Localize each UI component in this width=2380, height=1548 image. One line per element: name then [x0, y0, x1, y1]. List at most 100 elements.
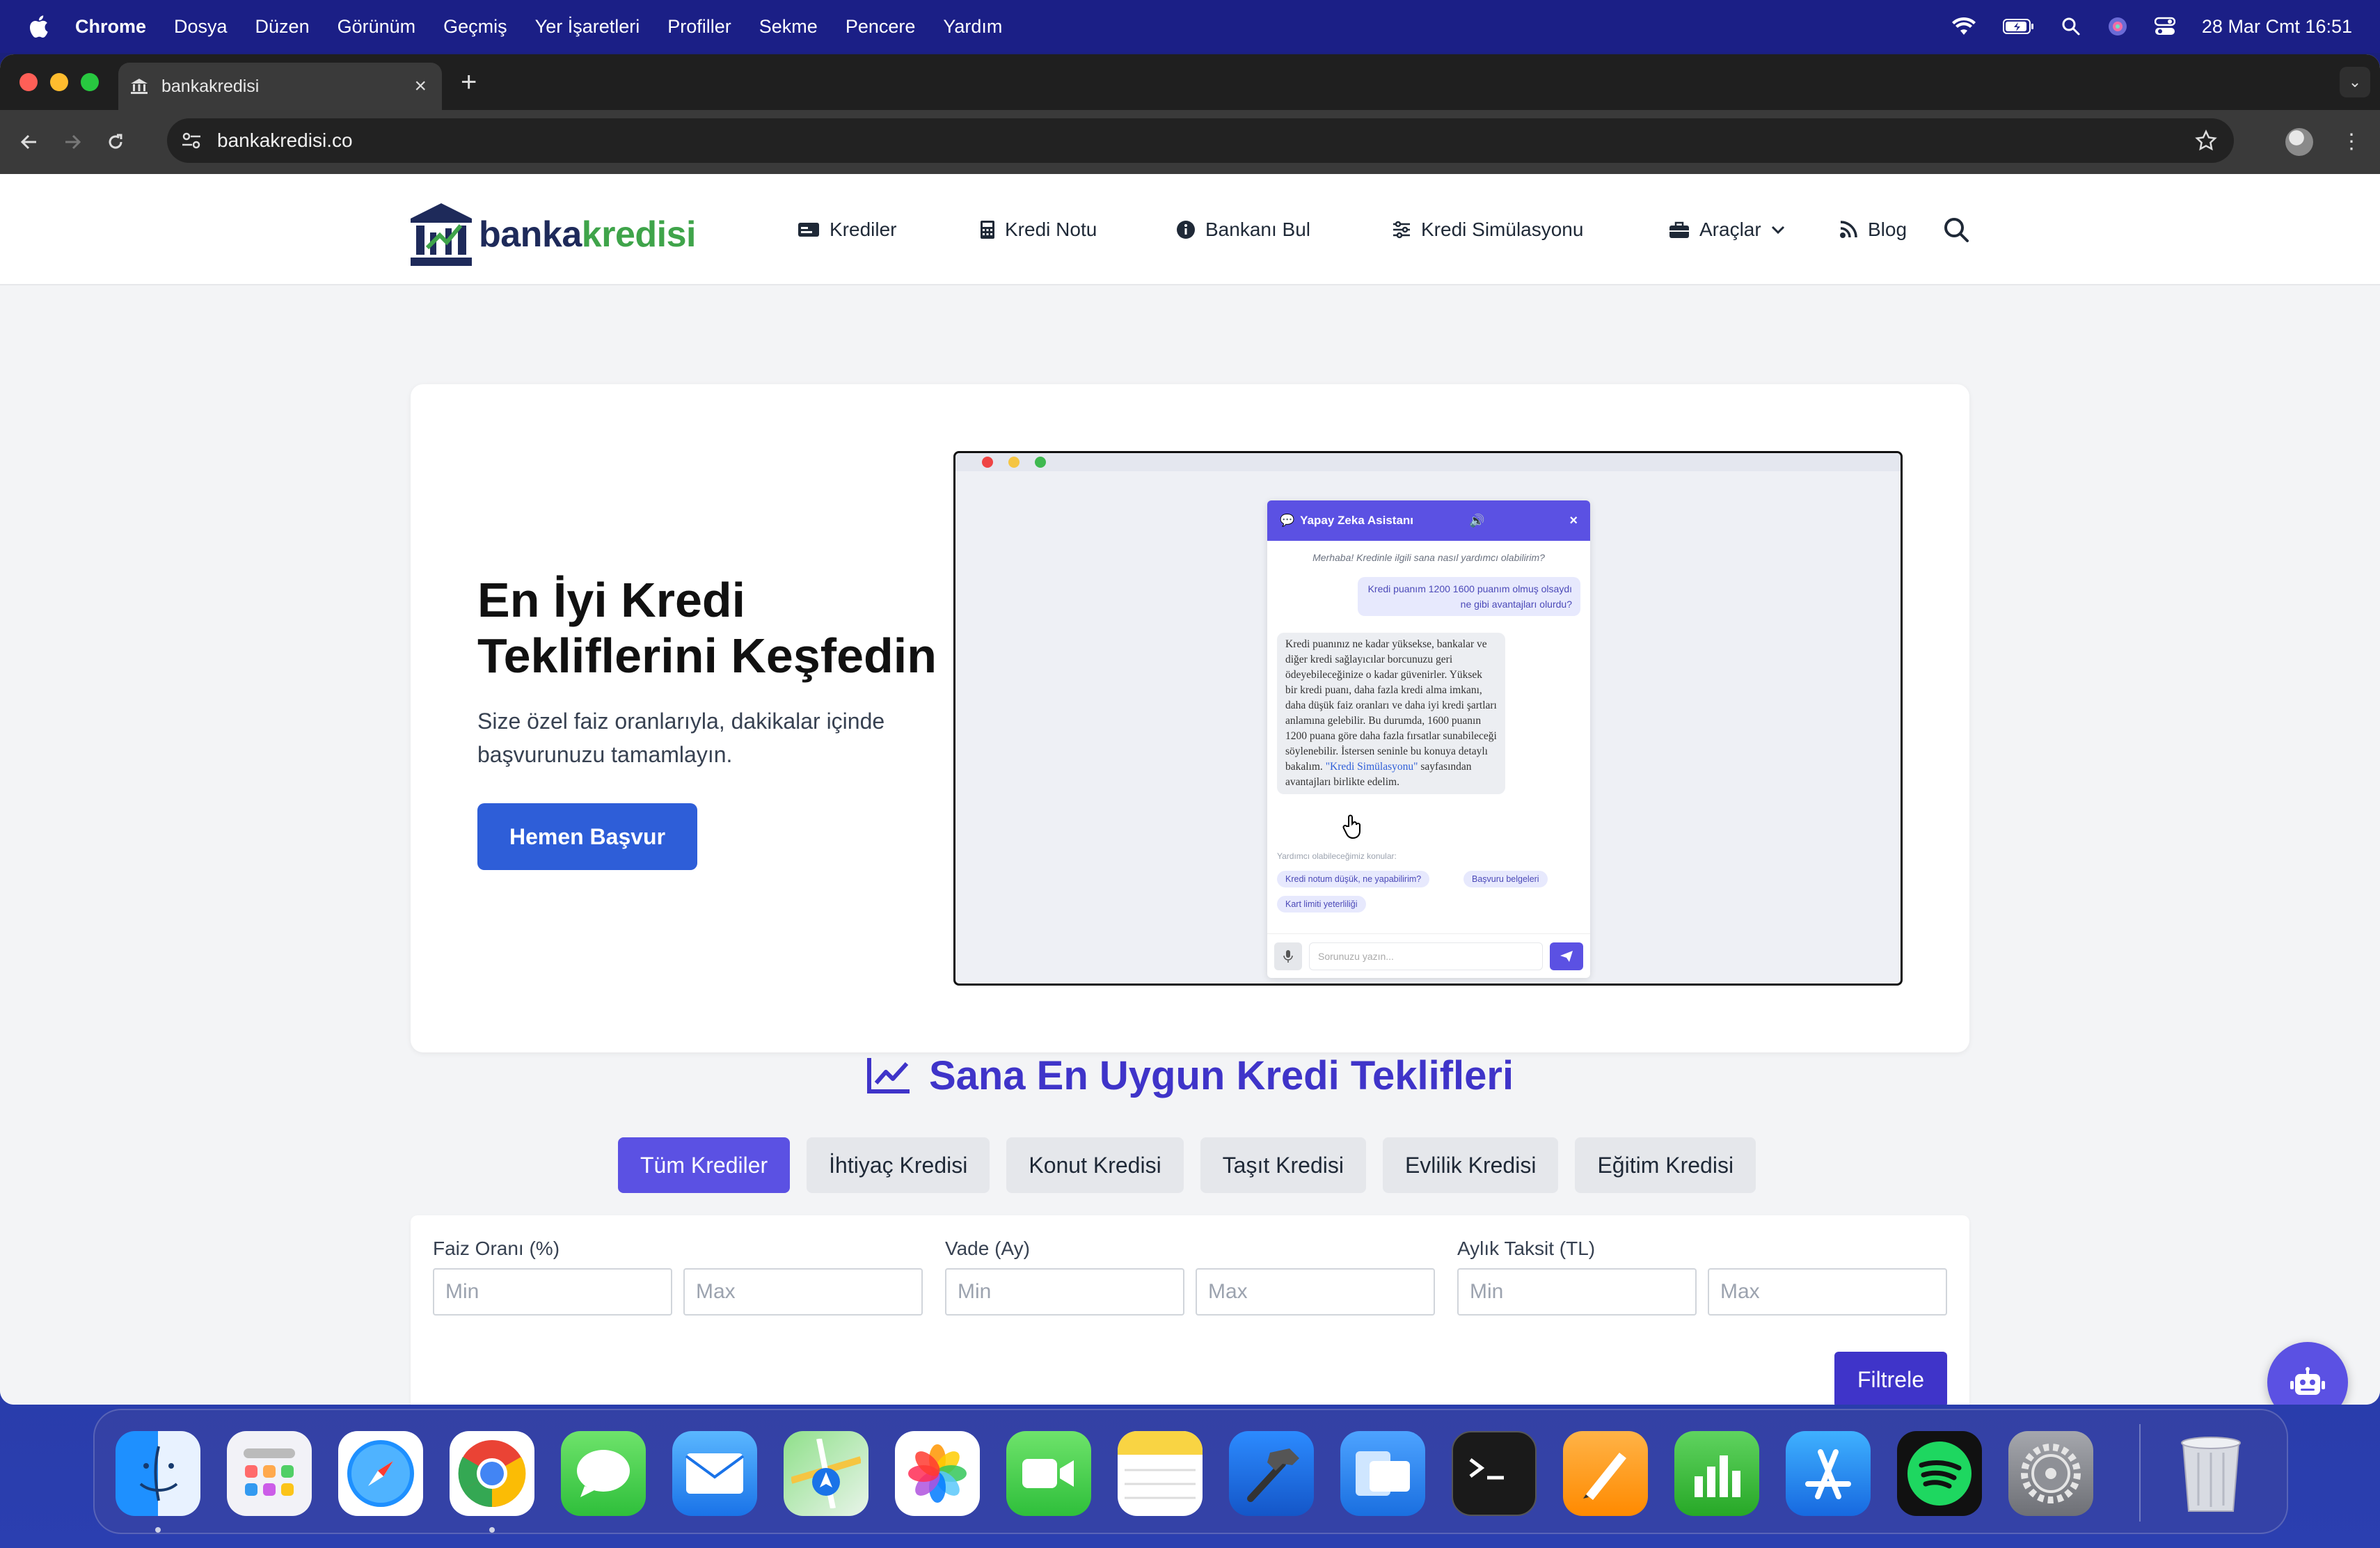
nav-araclar[interactable]: Araçlar — [1669, 219, 1785, 241]
back-button[interactable] — [15, 128, 43, 156]
spotify-icon[interactable] — [1897, 1431, 1982, 1516]
zoom-window-button[interactable] — [81, 73, 99, 91]
installment-max-input[interactable] — [1708, 1268, 1947, 1316]
browser-toolbar: bankakredisi.co ⋮ — [0, 110, 2380, 174]
safari-compass — [347, 1440, 414, 1507]
mic-glyph — [1283, 949, 1293, 963]
filter-group-interest: Faiz Oranı (%) — [433, 1238, 923, 1316]
nav-kredi-simulasyonu[interactable]: Kredi Simülasyonu — [1392, 219, 1583, 241]
bot-message-text: Kredi puanınız ne kadar yüksekse, bankal… — [1285, 638, 1497, 773]
reload-icon — [109, 134, 122, 149]
new-tab-button[interactable]: + — [461, 67, 477, 98]
notes-icon[interactable] — [1118, 1431, 1203, 1516]
site-header: bankakredisi Krediler Kredi Notu Bankanı… — [0, 174, 2380, 285]
topic-chip: Kredi notum düşük, ne yapabilirim? — [1277, 871, 1430, 887]
menu-view[interactable]: Görünüm — [338, 16, 416, 38]
pages-icon[interactable] — [1563, 1431, 1648, 1516]
nav-blog[interactable]: Blog — [1839, 219, 1907, 241]
interest-min-input[interactable] — [433, 1268, 672, 1316]
nav-kredi-simulasyonu-label: Kredi Simülasyonu — [1421, 219, 1584, 240]
nav-bankani-bul-label: Bankanı Bul — [1205, 219, 1310, 240]
filter-button[interactable]: Filtrele — [1834, 1352, 1947, 1405]
tab-egitim-kredisi[interactable]: Eğitim Kredisi — [1575, 1137, 1756, 1193]
address-bar[interactable]: bankakredisi.co — [167, 118, 2234, 163]
messages-icon[interactable] — [561, 1431, 646, 1516]
close-tab-icon[interactable]: × — [414, 74, 427, 98]
term-min-input[interactable] — [945, 1268, 1184, 1316]
tab-ihtiyac-kredisi[interactable]: İhtiyaç Kredisi — [807, 1137, 990, 1193]
bar-glyph — [1695, 1455, 1740, 1497]
nav-kredi-notu[interactable]: Kredi Notu — [980, 219, 1097, 241]
menu-history[interactable]: Geçmiş — [443, 16, 507, 38]
bookmark-star-icon[interactable] — [2195, 129, 2217, 152]
tab-evlilik-kredisi[interactable]: Evlilik Kredisi — [1382, 1137, 1559, 1193]
site-settings-icon[interactable] — [181, 131, 202, 150]
hero-title: En İyi Kredi Tekliflerini Keşfedin — [477, 572, 965, 684]
minimize-window-button[interactable] — [50, 73, 68, 91]
finder-icon[interactable] — [116, 1431, 200, 1516]
tab-konut-kredisi[interactable]: Konut Kredisi — [1006, 1137, 1184, 1193]
tab-bankakredisi[interactable]: bankakredisi × — [118, 63, 442, 110]
safari-icon[interactable] — [338, 1431, 423, 1516]
nav-kredi-notu-label: Kredi Notu — [1005, 219, 1097, 240]
url-text[interactable]: bankakredisi.co — [217, 129, 353, 152]
preview-icon[interactable] — [1340, 1431, 1425, 1516]
maps-icon[interactable] — [784, 1431, 868, 1516]
facetime-icon[interactable] — [1006, 1431, 1091, 1516]
chat-greeting: Merhaba! Kredinle ilgili sana nasıl yard… — [1312, 552, 1545, 563]
system-settings-icon[interactable] — [2008, 1431, 2093, 1516]
topic-chip: Kart limiti yeterliliği — [1277, 896, 1366, 913]
window-controls — [19, 73, 99, 91]
site-logo[interactable]: bankakredisi — [409, 202, 696, 267]
menu-tab[interactable]: Sekme — [759, 16, 818, 38]
demo-dot-yellow — [1008, 457, 1020, 468]
launchpad-icon[interactable] — [227, 1431, 312, 1516]
menu-window[interactable]: Pencere — [846, 16, 916, 38]
term-max-input[interactable] — [1196, 1268, 1435, 1316]
close-window-button[interactable] — [19, 73, 38, 91]
menu-profiles[interactable]: Profiller — [667, 16, 731, 38]
terminal-icon[interactable] — [1452, 1431, 1537, 1516]
nav-bankani-bul[interactable]: Bankanı Bul — [1176, 219, 1310, 241]
photos-icon[interactable] — [895, 1431, 980, 1516]
menu-file[interactable]: Dosya — [174, 16, 228, 38]
chatbot-button[interactable] — [2267, 1342, 2348, 1405]
control-center-icon[interactable] — [2154, 17, 2175, 36]
nav-krediler[interactable]: Krediler — [798, 219, 896, 241]
tab-tasit-kredisi[interactable]: Taşıt Kredisi — [1200, 1137, 1366, 1193]
numbers-icon[interactable] — [1674, 1431, 1759, 1516]
tab-tum-krediler[interactable]: Tüm Krediler — [618, 1137, 791, 1193]
menu-edit[interactable]: Düzen — [255, 16, 310, 38]
profile-avatar[interactable] — [2285, 128, 2313, 156]
tab-search-button[interactable]: ⌄ — [2340, 67, 2370, 97]
apply-now-button[interactable]: Hemen Başvur — [477, 803, 697, 870]
mail-icon[interactable] — [672, 1431, 757, 1516]
spotlight-search-icon[interactable] — [2061, 17, 2081, 36]
filter-group-installment: Aylık Taksit (TL) — [1457, 1238, 1947, 1316]
menubar-clock[interactable]: 28 Mar Cmt 16:51 — [2202, 16, 2352, 38]
installment-min-input[interactable] — [1457, 1268, 1697, 1316]
wifi-icon[interactable] — [1951, 17, 1976, 36]
app-store-icon[interactable] — [1786, 1431, 1871, 1516]
topic-chip: Başvuru belgeleri — [1463, 871, 1548, 887]
siri-icon[interactable] — [2107, 16, 2128, 37]
chrome-icon[interactable] — [450, 1431, 534, 1516]
menu-app-name[interactable]: Chrome — [75, 16, 146, 38]
gear-icon — [2021, 1444, 2081, 1503]
bank-logo-icon — [411, 203, 472, 266]
menu-bookmarks[interactable]: Yer İşaretleri — [535, 16, 640, 38]
trash-icon[interactable] — [2168, 1431, 2253, 1516]
apple-menu-icon[interactable] — [28, 15, 49, 38]
chrome-menu-icon[interactable]: ⋮ — [2341, 128, 2362, 156]
reload-button[interactable] — [102, 128, 129, 156]
finder-face — [139, 1446, 178, 1501]
filter-card: Faiz Oranı (%) Vade (Ay) Aylık Taksit (T… — [411, 1215, 1969, 1405]
xcode-icon[interactable] — [1229, 1431, 1314, 1516]
forward-button[interactable] — [58, 128, 86, 156]
site-search-button[interactable] — [1943, 216, 1969, 243]
interest-max-input[interactable] — [683, 1268, 923, 1316]
info-circle-icon — [1177, 221, 1195, 239]
menu-help[interactable]: Yardım — [943, 16, 1002, 38]
battery-icon[interactable] — [2002, 18, 2035, 35]
chrome-logo — [458, 1440, 526, 1508]
